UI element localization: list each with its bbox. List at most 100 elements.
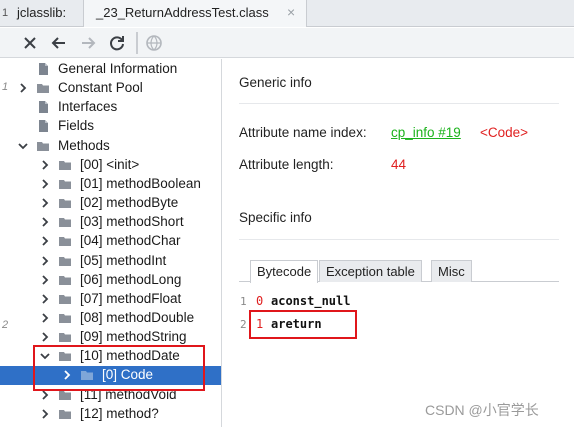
folder-icon — [58, 330, 72, 344]
tree-item[interactable]: General Information — [0, 60, 221, 79]
chevron-right-icon[interactable] — [40, 255, 50, 266]
toolbar — [0, 28, 574, 58]
folder-icon — [58, 158, 72, 172]
red-highlight-box — [33, 345, 205, 391]
tree-item[interactable]: Fields — [0, 117, 221, 136]
generic-info-title: Generic info — [239, 75, 312, 90]
tree-item[interactable]: [03] methodShort — [0, 213, 221, 232]
editor-tab-bar: 1 jclasslib: _23_ReturnAddressTest.class… — [0, 0, 574, 27]
tree-item-label: [06] methodLong — [80, 271, 182, 287]
tab-bytecode[interactable]: Bytecode — [250, 260, 319, 283]
class-tree: 1 2 General Information Constant Pool Inte… — [0, 59, 222, 427]
chevron-right-icon[interactable] — [40, 332, 50, 342]
tree-item-label: [04] methodChar — [80, 233, 181, 249]
file-tab-label: _23_ReturnAddressTest.class — [96, 5, 269, 20]
folder-icon — [58, 254, 72, 268]
watermark: CSDN @小官学长 — [425, 402, 539, 418]
folder-icon — [58, 273, 72, 287]
folder-icon — [58, 407, 72, 421]
tree-item[interactable]: [08] methodDouble — [0, 309, 221, 328]
tree-item-label: [02] methodByte — [80, 195, 179, 211]
bytecode-offset: 0 — [256, 294, 264, 308]
tree-item-label: [12] method? — [80, 405, 159, 421]
divider — [239, 239, 559, 240]
specific-info-title: Specific info — [239, 210, 312, 225]
chevron-right-icon[interactable] — [40, 313, 50, 323]
tree-item-label: [03] methodShort — [80, 214, 184, 230]
tree-item[interactable]: [07] methodFloat — [0, 290, 221, 309]
cp-info-link[interactable]: cp_info #19 — [391, 125, 461, 140]
tree-item-label: [05] methodInt — [80, 252, 167, 268]
tree-item[interactable]: [05] methodInt — [0, 252, 221, 271]
folder-icon — [58, 234, 72, 248]
tree-item[interactable]: [06] methodLong — [0, 271, 221, 290]
bytecode-view[interactable]: 1 0 aconst_null 2 1 areturn — [239, 283, 559, 413]
tree-item[interactable]: Constant Pool — [0, 79, 221, 98]
app-label: jclasslib: — [17, 5, 67, 20]
tree-item-label: Constant Pool — [58, 80, 143, 96]
tab-exception-table[interactable]: Exception table — [319, 260, 422, 282]
forward-button[interactable] — [77, 32, 99, 54]
tab-misc[interactable]: Misc — [431, 260, 472, 282]
refresh-button[interactable] — [106, 32, 128, 54]
attr-name-index-label: Attribute name index: — [239, 125, 367, 140]
file-icon — [36, 62, 50, 76]
back-icon — [51, 37, 65, 49]
chevron-right-icon[interactable] — [40, 236, 50, 246]
gutter-line-number: 1 — [2, 7, 9, 19]
refresh-icon — [110, 36, 124, 51]
chevron-right-icon[interactable] — [40, 179, 50, 189]
tree-item[interactable]: Methods — [0, 137, 221, 156]
tree-item[interactable]: Interfaces — [0, 98, 221, 117]
close-button[interactable] — [19, 32, 41, 54]
web-icon — [146, 35, 162, 51]
chevron-down-icon[interactable] — [18, 141, 28, 151]
chevron-right-icon[interactable] — [40, 160, 50, 170]
code-line-number: 2 — [240, 318, 247, 331]
chevron-right-icon[interactable] — [40, 217, 50, 227]
tree-item[interactable]: [04] methodChar — [0, 232, 221, 251]
tree-item-label: General Information — [58, 61, 178, 76]
tree-item-label: Fields — [58, 118, 95, 134]
back-button[interactable] — [48, 32, 70, 54]
divider — [239, 103, 559, 104]
tree-item-label: [09] methodString — [80, 329, 187, 345]
chevron-right-icon[interactable] — [40, 294, 50, 304]
chevron-right-icon[interactable] — [18, 83, 28, 93]
tree-item-label: [00] <init> — [80, 156, 140, 172]
tree-item[interactable]: [01] methodBoolean — [0, 175, 221, 194]
tree-item[interactable]: [12] method? — [0, 405, 221, 424]
detail-panel: Generic info Attribute name index: cp_in… — [223, 59, 574, 427]
chevron-right-icon[interactable] — [40, 275, 50, 285]
tree-item-label: Interfaces — [58, 99, 118, 115]
chevron-right-icon[interactable] — [40, 198, 50, 208]
attr-length-value: 44 — [391, 157, 407, 172]
folder-icon — [58, 292, 72, 306]
chevron-right-icon[interactable] — [40, 389, 50, 400]
folder-icon — [36, 139, 50, 153]
specific-info-tabs: Bytecode Exception table Misc — [239, 258, 559, 283]
tab-close-icon[interactable]: × — [287, 4, 295, 20]
forward-icon — [82, 37, 96, 49]
folder-icon — [58, 177, 72, 191]
folder-icon — [58, 311, 72, 325]
tree-item[interactable]: [00] <init> — [0, 156, 221, 175]
folder-icon — [36, 81, 50, 95]
tree-item-label: Methods — [58, 137, 110, 153]
file-tab[interactable]: _23_ReturnAddressTest.class × — [83, 0, 307, 27]
tree-item[interactable]: [02] methodByte — [0, 194, 221, 213]
folder-icon — [58, 196, 72, 210]
attr-length-label: Attribute length: — [239, 157, 334, 172]
file-icon — [36, 100, 50, 114]
red-highlight-box — [249, 310, 357, 339]
chevron-right-icon[interactable] — [40, 409, 50, 419]
tree-item-label: [07] methodFloat — [80, 290, 182, 306]
file-icon — [36, 119, 50, 133]
close-icon — [24, 37, 36, 49]
toolbar-divider — [136, 32, 138, 54]
web-button[interactable] — [143, 32, 165, 54]
tree-item-label: [01] methodBoolean — [80, 175, 201, 191]
folder-icon — [58, 215, 72, 229]
attr-name-value: <Code> — [480, 125, 529, 140]
code-line-number: 1 — [240, 295, 247, 308]
